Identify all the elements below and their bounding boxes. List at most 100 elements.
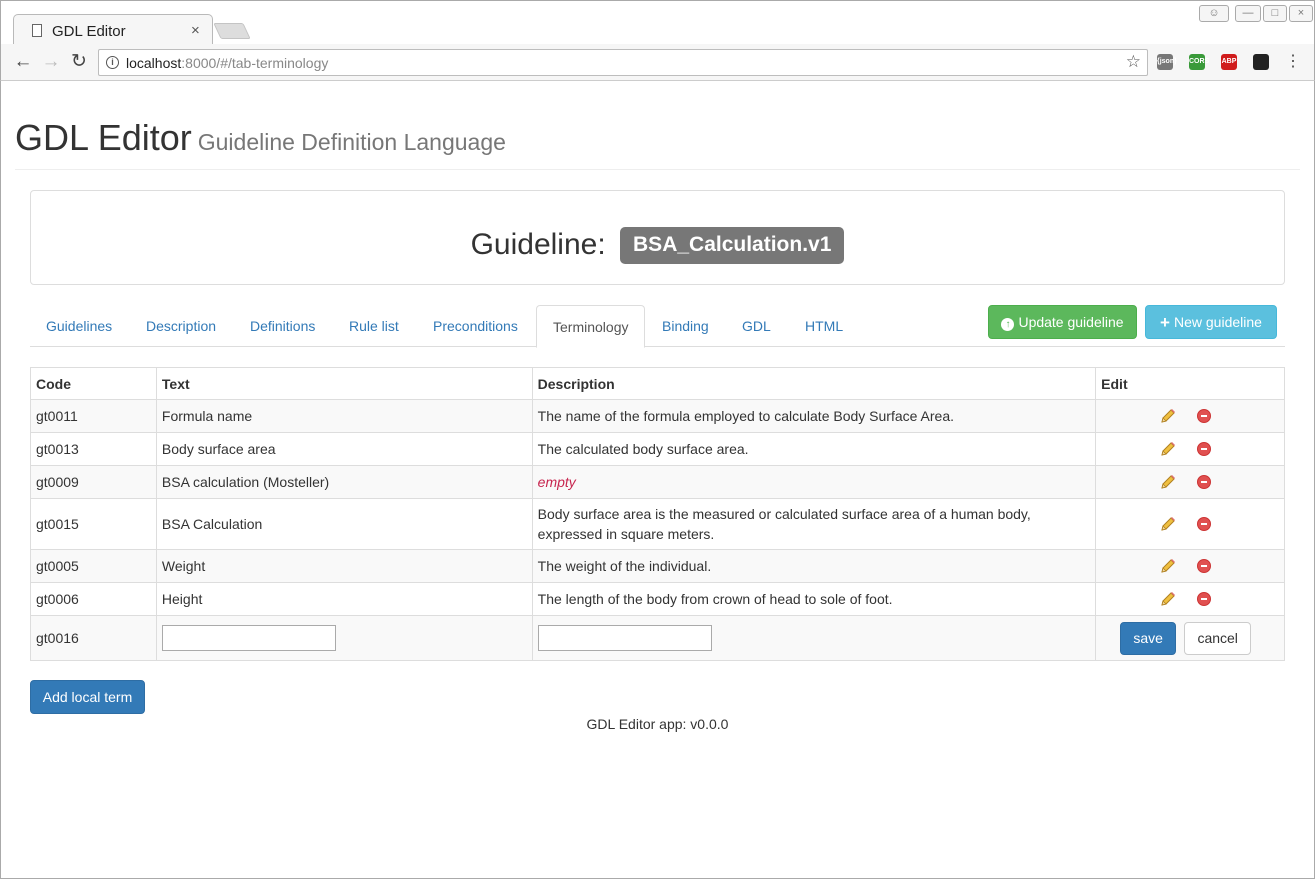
back-arrow-icon[interactable]: ←	[11, 50, 35, 74]
maximize-icon[interactable]: □	[1263, 5, 1287, 22]
column-header-code: Code	[30, 367, 157, 400]
tab-preconditions[interactable]: Preconditions	[417, 305, 534, 347]
new-term-code: gt0016	[30, 615, 157, 661]
page-icon	[32, 24, 42, 37]
menu-dots-icon[interactable]: ⋮	[1281, 50, 1305, 74]
footer-version: GDL Editor app: v0.0.0	[586, 716, 729, 732]
edit-cell	[1095, 465, 1285, 499]
empty-description[interactable]: empty	[538, 474, 576, 490]
tab-html[interactable]: HTML	[789, 305, 859, 347]
url-path: :8000/#/tab-terminology	[181, 55, 329, 71]
term-text: Formula name	[155, 399, 533, 433]
remove-icon[interactable]	[1197, 559, 1212, 573]
remove-icon[interactable]	[1197, 592, 1212, 606]
term-code: gt0009	[30, 465, 157, 499]
term-description: The weight of the individual.	[531, 549, 1097, 583]
new-guideline-label: New guideline	[1173, 314, 1262, 330]
browser-tab[interactable]: GDL Editor ×	[13, 14, 213, 46]
new-guideline-button[interactable]: + New guideline	[1145, 305, 1277, 339]
remove-icon[interactable]	[1197, 409, 1212, 423]
term-text: Height	[155, 582, 533, 616]
guideline-panel: Guideline: BSA_Calculation.v1	[30, 190, 1285, 285]
new-tab-button[interactable]	[213, 23, 251, 39]
adblock-ext-icon[interactable]: ABP	[1221, 54, 1237, 70]
term-code: gt0011	[30, 399, 157, 433]
plus-icon: +	[1160, 313, 1170, 332]
add-local-term-button[interactable]: Add local term	[30, 680, 145, 714]
cancel-button[interactable]: cancel	[1184, 622, 1252, 655]
pencil-icon[interactable]	[1160, 591, 1176, 607]
term-code: gt0006	[30, 582, 157, 616]
bookmark-star-icon[interactable]: ☆	[1126, 52, 1141, 72]
guideline-label: Guideline:	[470, 228, 606, 261]
term-code: gt0015	[30, 498, 157, 550]
browser-tab-title: GDL Editor	[52, 23, 126, 40]
paw-ext-icon[interactable]	[1253, 54, 1269, 70]
table-row: gt0013 Body surface area The calculated …	[30, 432, 1285, 466]
info-icon[interactable]: i	[106, 56, 119, 69]
tab-definitions[interactable]: Definitions	[234, 305, 331, 347]
reload-icon[interactable]: ↻	[67, 50, 91, 74]
tab-guidelines[interactable]: Guidelines	[30, 305, 128, 347]
page-title: GDL Editor Guideline Definition Language	[15, 118, 1300, 162]
forward-arrow-icon[interactable]: →	[39, 50, 63, 74]
term-description: The name of the formula employed to calc…	[531, 399, 1097, 433]
pencil-icon[interactable]	[1160, 474, 1176, 490]
remove-icon[interactable]	[1197, 442, 1212, 456]
tab-binding[interactable]: Binding	[646, 305, 725, 347]
save-button[interactable]: save	[1120, 622, 1177, 655]
tab-gdl[interactable]: GDL	[726, 305, 787, 347]
table-row: gt0006 Height The length of the body fro…	[30, 582, 1285, 616]
update-guideline-label: Update guideline	[1018, 314, 1124, 330]
guideline-name-badge: BSA_Calculation.v1	[620, 227, 845, 264]
term-text: BSA calculation (Mosteller)	[155, 465, 533, 499]
remove-icon[interactable]	[1197, 475, 1212, 489]
window-close-icon[interactable]: ×	[1289, 5, 1313, 22]
edit-cell	[1095, 498, 1285, 550]
cors-ext-icon[interactable]: CORS	[1189, 54, 1209, 70]
term-description: The calculated body surface area.	[531, 432, 1097, 466]
update-guideline-button[interactable]: ↑ Update guideline	[988, 305, 1137, 339]
column-header-edit: Edit	[1095, 367, 1285, 400]
address-bar[interactable]: i localhost:8000/#/tab-terminology ☆	[98, 49, 1148, 76]
table-row: gt0009 BSA calculation (Mosteller) empty	[30, 465, 1285, 499]
edit-cell	[1095, 582, 1285, 616]
new-term-description-input[interactable]	[537, 625, 712, 651]
edit-cell	[1095, 549, 1285, 583]
new-term-description-cell	[531, 615, 1097, 661]
new-term-row: gt0016 save cancel	[30, 615, 1285, 661]
pencil-icon[interactable]	[1160, 516, 1176, 532]
column-header-text: Text	[155, 367, 533, 400]
close-icon[interactable]: ×	[191, 22, 200, 39]
term-description: Body surface area is the measured or cal…	[531, 498, 1097, 550]
minimize-icon[interactable]: —	[1235, 5, 1261, 22]
pencil-icon[interactable]	[1160, 441, 1176, 457]
page-header: GDL Editor Guideline Definition Language	[15, 118, 1300, 170]
new-term-text-input[interactable]	[161, 625, 336, 651]
arrow-up-circle-icon: ↑	[1001, 318, 1015, 331]
term-text: Body surface area	[155, 432, 533, 466]
browser-tabstrip: GDL Editor × ☺ — □ ×	[0, 0, 1315, 46]
remove-icon[interactable]	[1197, 517, 1212, 531]
term-description: empty	[531, 465, 1097, 499]
url-host: localhost	[126, 55, 182, 71]
pencil-icon[interactable]	[1160, 558, 1176, 574]
term-text: BSA Calculation	[155, 498, 533, 550]
pencil-icon[interactable]	[1160, 408, 1176, 424]
column-header-description: Description	[531, 367, 1097, 400]
json-ext-icon[interactable]: {json}	[1157, 54, 1177, 70]
terminology-table: Code Text Description Edit gt0011 Formul…	[30, 367, 1285, 661]
tab-description[interactable]: Description	[130, 305, 232, 347]
app-title: GDL Editor	[15, 117, 192, 158]
tab-rule-list[interactable]: Rule list	[333, 305, 415, 347]
table-row: gt0015 BSA Calculation Body surface area…	[30, 498, 1285, 550]
url-text[interactable]: localhost:8000/#/tab-terminology	[126, 55, 328, 71]
term-code: gt0013	[30, 432, 157, 466]
term-text: Weight	[155, 549, 533, 583]
new-term-text-cell	[155, 615, 533, 661]
guideline-heading: Guideline: BSA_Calculation.v1	[31, 227, 1284, 264]
term-description: The length of the body from crown of hea…	[531, 582, 1097, 616]
edit-cell	[1095, 399, 1285, 433]
tab-terminology[interactable]: Terminology	[536, 305, 646, 348]
profile-icon[interactable]: ☺	[1199, 5, 1229, 22]
